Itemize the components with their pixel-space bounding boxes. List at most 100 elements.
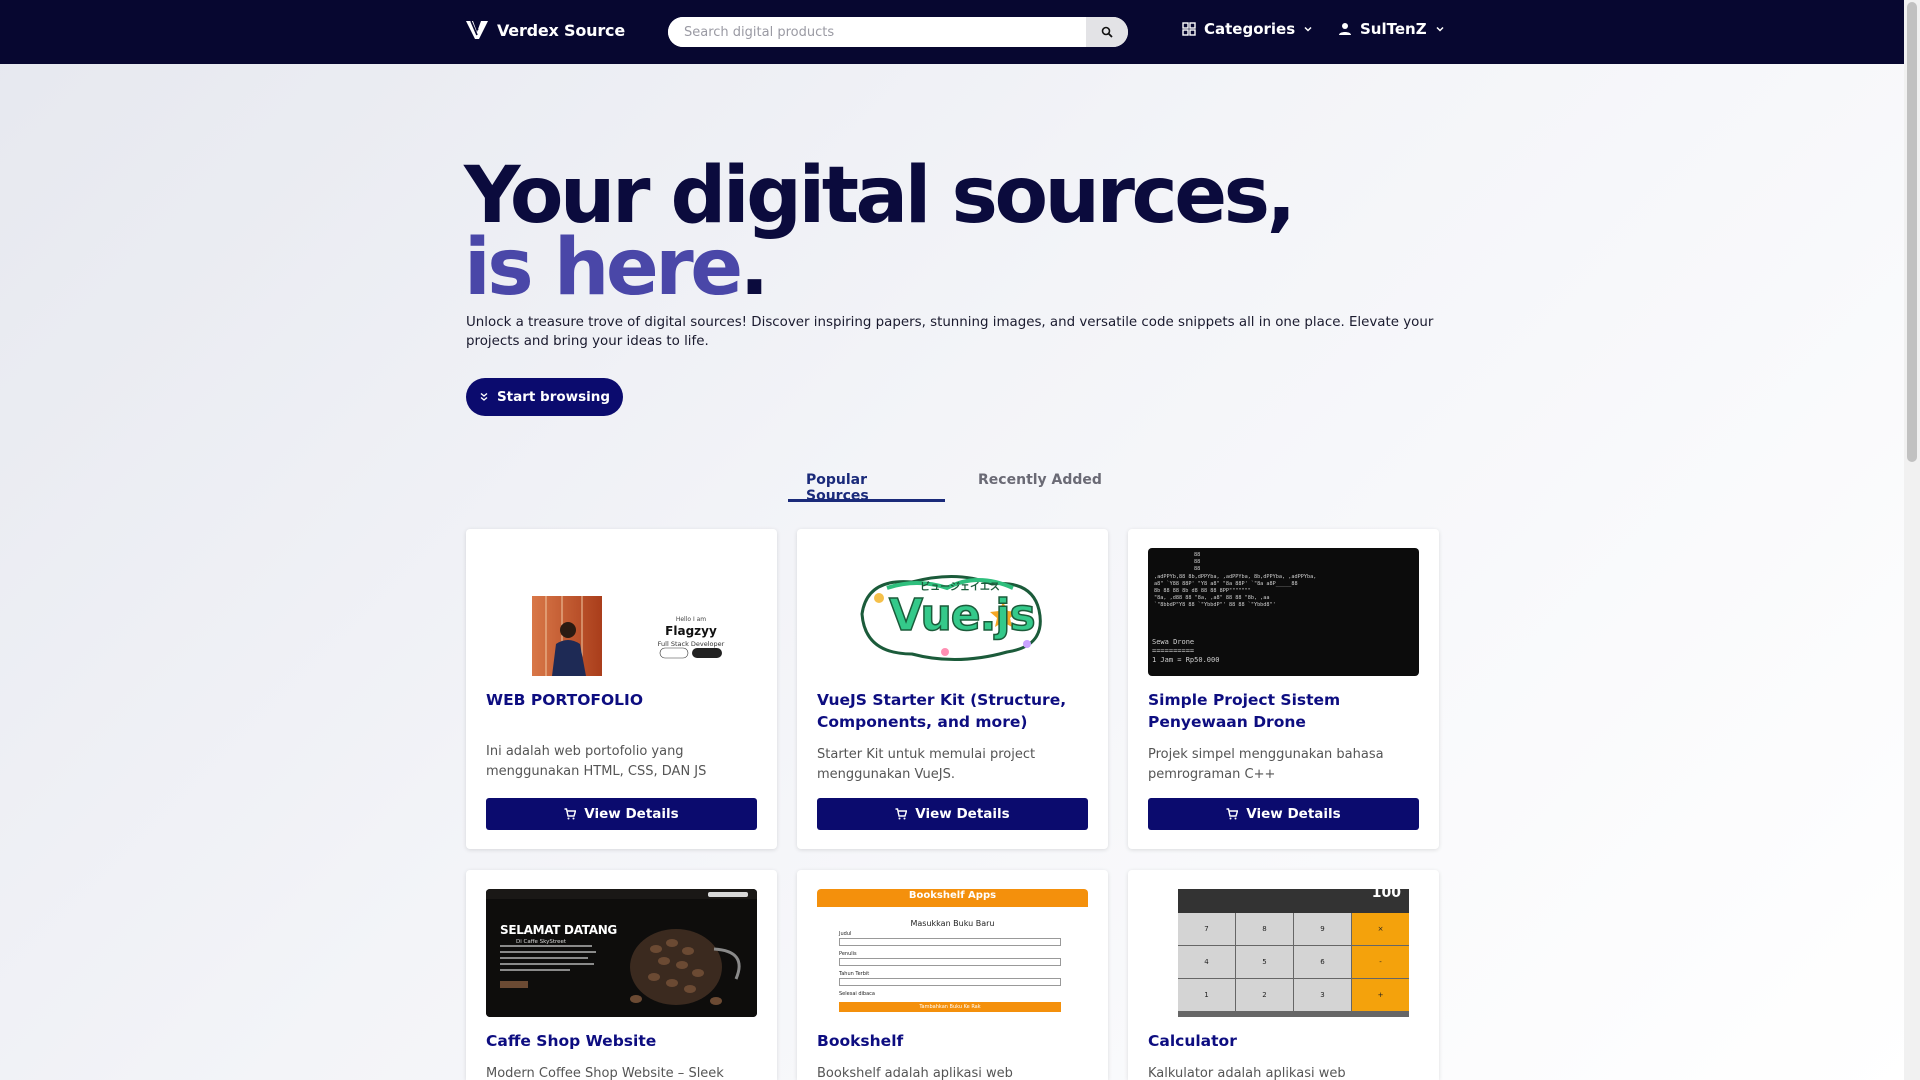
card-title[interactable]: WEB PORTOFOLIO — [486, 689, 761, 711]
brand-name: Verdex Source — [497, 20, 625, 40]
source-tabs: Popular Sources Recently Added — [788, 472, 1135, 504]
card-description: Modern Coffee Shop Website – Sleek — [486, 1066, 724, 1080]
product-card: Vue.js ビュージェイエス VueJS Starter Kit (Struc… — [797, 529, 1108, 849]
hero-title: Your digital sources, is here. — [464, 157, 1296, 307]
bookshelf-field — [839, 938, 1061, 946]
product-card: Hello I am Flagzyy Full Stack Developer … — [466, 529, 777, 849]
preview-hello: Hello I am — [675, 616, 707, 623]
tab-popular-sources[interactable]: Popular Sources — [788, 472, 945, 504]
cart-icon — [895, 808, 908, 820]
chevron-down-icon — [1304, 26, 1312, 32]
hero-title-dot: . — [739, 223, 770, 313]
bookshelf-field-label: Judul — [839, 931, 852, 937]
calculator-key: 3 — [1294, 979, 1351, 1011]
svg-text:88: 88 — [1194, 559, 1200, 565]
categories-menu[interactable]: Categories — [1182, 20, 1313, 38]
terminal-line: 1 Jam = Rp50.000 — [1152, 656, 1220, 664]
calculator-key: 4 — [1178, 946, 1235, 978]
svg-text:,adPPYb,88 8b,dPPYba, ,adPPYb: ,adPPYb,88 8b,dPPYba, ,adPPYba, 8b,dPPYb… — [1154, 574, 1316, 580]
card-description: Ini adalah web portofolio yang menggunak… — [486, 744, 707, 779]
bookshelf-form-title: Masukkan Buku Baru — [910, 919, 995, 928]
calculator-key: - — [1352, 946, 1409, 978]
svg-text:`"8bbdP"Y8 88 `"YbbdP: `"8bbdP"Y8 88 `"YbbdP"' 88 88 `"Ybbd8"' — [1154, 602, 1276, 608]
calculator-key: 9 — [1294, 913, 1351, 945]
start-browsing-label: Start browsing — [496, 389, 611, 405]
chevrons-down-icon — [480, 392, 488, 401]
calculator-key: 6 — [1294, 946, 1351, 978]
bookshelf-field-label: Penulis — [839, 951, 857, 957]
verdex-logo-icon — [466, 20, 488, 39]
search-bar — [668, 17, 1128, 47]
calculator-keypad: 7 8 9 × 4 5 6- 1 2 3 + — [1178, 913, 1409, 1017]
scrollbar-thumb[interactable] — [1907, 2, 1917, 462]
hero-title-accent: is here — [464, 223, 743, 313]
user-icon — [1339, 23, 1351, 35]
calculator-key: + — [1352, 979, 1409, 1011]
vuejs-logo-text: Vue.js — [888, 590, 1036, 641]
start-browsing-button[interactable]: Start browsing — [466, 378, 623, 416]
preview-role: Full Stack Developer — [657, 640, 725, 648]
card-title[interactable]: Bookshelf — [817, 1030, 1092, 1052]
card-thumbnail: Hello I am Flagzyy Full Stack Developer — [486, 548, 757, 676]
coffee-shop-preview-image — [486, 889, 757, 1017]
view-details-label: View Details — [1246, 806, 1341, 822]
product-card: 88 88 88 ,adPPYb,88 8b,dPPYba, ,adPPYba,… — [1128, 529, 1439, 849]
product-card: 100 7 8 9 × 4 5 6- 1 2 3 + Calculator Kalkulator a… — [1128, 870, 1439, 1080]
tab-recently-added[interactable]: Recently Added — [945, 472, 1135, 502]
view-details-label: View Details — [915, 806, 1010, 822]
grid-icon — [1182, 22, 1196, 36]
user-name: SulTenZ — [1360, 20, 1427, 38]
navbar: Verdex Source Categories SulTenZ — [0, 0, 1904, 64]
bookshelf-submit: Tambahkan Buku Ke Rak — [839, 1002, 1061, 1012]
card-title[interactable]: VueJS Starter Kit (Structure, Components… — [817, 689, 1092, 733]
svg-text:88: 88 — [1194, 566, 1200, 572]
calculator-key: 8 — [1236, 913, 1293, 945]
categories-label: Categories — [1204, 20, 1296, 38]
preview-name: Flagzyy — [665, 624, 717, 638]
view-details-button[interactable]: View Details — [486, 798, 757, 830]
card-title[interactable]: Simple Project Sistem Penyewaan Drone — [1148, 689, 1423, 733]
terminal-output: Sewa Drone ========== 1 Jam = Rp50.000 — [1152, 638, 1219, 665]
card-description: Bookshelf adalah aplikasi web sederhana — [817, 1066, 1013, 1080]
search-input[interactable] — [668, 17, 1086, 47]
svg-text:a8" `Y88 88P' "Y8 a8": a8" `Y88 88P' "Y8 a8" "8a 88P' `"8a a8P_… — [1154, 581, 1298, 587]
terminal-line: Sewa Drone — [1152, 638, 1195, 646]
view-details-button[interactable]: View Details — [817, 798, 1088, 830]
card-description: Projek simpel menggunakan bahasa pemrogr… — [1148, 747, 1384, 782]
hero-title-line2: is here. — [464, 229, 1293, 307]
svg-text:8b 88 88 8b: 8b 88 88 8b d8 88 88 8PP""""""" — [1154, 588, 1251, 594]
calculator-key: 7 — [1178, 913, 1235, 945]
search-icon — [1101, 26, 1113, 38]
calculator-key: 5 — [1236, 946, 1293, 978]
coffee-headline: SELAMAT DATANG — [500, 923, 617, 937]
vuejs-kana: ビュージェイエス — [920, 582, 1000, 593]
calculator-display: 100 — [1178, 889, 1409, 913]
calculator-key: 1 — [1178, 979, 1235, 1011]
bookshelf-header: Bookshelf Apps — [817, 889, 1088, 907]
bookshelf-checkbox-label: Selesai dibaca — [839, 991, 875, 997]
card-thumbnail: Vue.js ビュージェイエス — [817, 548, 1088, 676]
product-card: SELAMAT DATANG Di Caffe SkyStreet Caffe … — [466, 870, 777, 1080]
card-thumbnail: SELAMAT DATANG Di Caffe SkyStreet — [486, 889, 757, 1017]
coffee-sub: Di Caffe SkyStreet — [516, 939, 567, 945]
cart-icon — [1226, 808, 1239, 820]
card-thumbnail: 88 88 88 ,adPPYb,88 8b,dPPYba, ,adPPYba,… — [1148, 548, 1419, 676]
view-details-button[interactable]: View Details — [1148, 798, 1419, 830]
terminal-line: ========== — [1152, 647, 1195, 655]
user-menu[interactable]: SulTenZ — [1338, 20, 1445, 38]
brand[interactable]: Verdex Source — [465, 18, 625, 42]
svg-text:88: 88 — [1194, 552, 1200, 558]
hero-description: Unlock a treasure trove of digital sourc… — [466, 315, 1434, 349]
calculator-key: × — [1352, 913, 1409, 945]
card-description: Kalkulator adalah aplikasi web sederhana — [1148, 1066, 1346, 1080]
bookshelf-field — [839, 978, 1061, 986]
bookshelf-field-label: Tahun Terbit — [839, 971, 870, 977]
svg-text:"8a, ,d88 88 "8a,: "8a, ,d88 88 "8a, ,a8" 88 88 "8b, ,aa — [1154, 595, 1270, 601]
cart-icon — [564, 808, 577, 820]
chevron-down-icon — [1436, 26, 1444, 32]
bookshelf-field — [839, 958, 1061, 966]
card-description: Starter Kit untuk memulai project menggu… — [817, 747, 1036, 782]
search-button[interactable] — [1086, 17, 1128, 47]
card-title[interactable]: Caffe Shop Website — [486, 1030, 761, 1052]
card-title[interactable]: Calculator — [1148, 1030, 1423, 1052]
